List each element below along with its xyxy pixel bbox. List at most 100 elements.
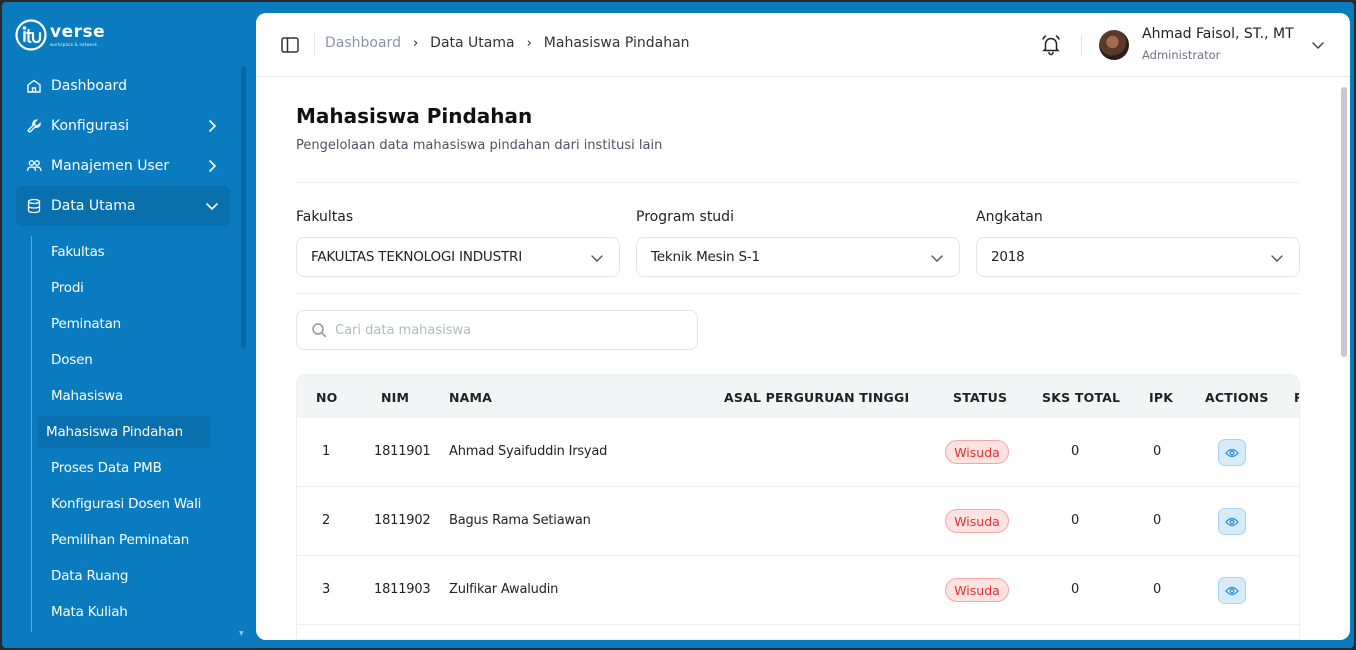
chevron-right-icon: › bbox=[412, 35, 419, 51]
breadcrumb-data-utama[interactable]: Data Utama bbox=[430, 35, 514, 51]
col-header-ipk[interactable]: IPK bbox=[1149, 390, 1173, 405]
search-input[interactable] bbox=[335, 322, 675, 338]
users-icon bbox=[26, 158, 42, 174]
submenu-item-peminatan[interactable]: Peminatan bbox=[38, 308, 216, 340]
brand-name: verse bbox=[50, 21, 106, 42]
breadcrumb-current: Mahasiswa Pindahan bbox=[543, 35, 690, 51]
submenu-item-prodi[interactable]: Prodi bbox=[38, 272, 216, 304]
cell-nama: Zulfikar Awaludin bbox=[449, 582, 559, 597]
submenu-item-mahasiswa-pindahan[interactable]: Mahasiswa Pindahan bbox=[38, 416, 210, 448]
prodi-select[interactable]: Teknik Mesin S-1 bbox=[636, 237, 960, 277]
cell-nim: 1811901 bbox=[374, 444, 431, 459]
search-box[interactable] bbox=[296, 310, 698, 350]
submenu-item-dosen[interactable]: Dosen bbox=[38, 344, 216, 376]
angkatan-value: 2018 bbox=[991, 249, 1025, 265]
sidebar-submenu: Fakultas Prodi Peminatan Dosen Mahasiswa… bbox=[31, 236, 216, 632]
submenu-item-mata-kuliah[interactable]: Mata Kuliah bbox=[38, 596, 216, 628]
status-badge: Wisuda bbox=[945, 578, 1009, 602]
eye-icon bbox=[1225, 586, 1239, 595]
fakultas-select[interactable]: FAKULTAS TEKNOLOGI INDUSTRI bbox=[296, 237, 620, 277]
cell-nama: Ahmad Syaifuddin Irsyad bbox=[449, 444, 608, 459]
cell-no: 2 bbox=[322, 513, 331, 528]
sidebar-item-konfigurasi[interactable]: Konfigurasi bbox=[16, 106, 230, 146]
home-icon bbox=[26, 78, 42, 94]
main-scrollbar[interactable] bbox=[1341, 87, 1347, 357]
view-button[interactable] bbox=[1218, 508, 1246, 535]
sidebar-item-manajemen-user[interactable]: Manajemen User bbox=[16, 146, 230, 186]
eye-icon bbox=[1225, 517, 1239, 526]
app-window: verse workspace & network Dashboard Konf… bbox=[0, 0, 1356, 650]
cell-ipk: 0 bbox=[1153, 444, 1162, 459]
scroll-down-arrow-icon[interactable]: ▼ bbox=[239, 630, 244, 637]
sidebar: verse workspace & network Dashboard Konf… bbox=[2, 2, 254, 648]
cell-sks: 0 bbox=[1071, 513, 1080, 528]
submenu-item-mahasiswa[interactable]: Mahasiswa bbox=[38, 380, 216, 412]
table-row: 1 1811901 Ahmad Syaifuddin Irsyad Wisuda… bbox=[297, 418, 1299, 487]
sidebar-item-label: Data Utama bbox=[51, 198, 136, 214]
cell-ipk: 0 bbox=[1153, 582, 1162, 597]
divider bbox=[314, 33, 315, 55]
database-icon bbox=[26, 198, 42, 214]
view-button[interactable] bbox=[1218, 577, 1246, 604]
submenu-item-pemilihan-peminatan[interactable]: Pemilihan Peminatan bbox=[38, 524, 216, 556]
prodi-value: Teknik Mesin S-1 bbox=[651, 249, 760, 265]
sidebar-item-label: Dashboard bbox=[51, 78, 127, 94]
bell-icon[interactable] bbox=[1040, 34, 1062, 56]
page-title: Mahasiswa Pindahan bbox=[296, 104, 533, 128]
cell-nim: 1811903 bbox=[374, 582, 431, 597]
angkatan-label: Angkatan bbox=[976, 209, 1043, 225]
chevron-down-icon bbox=[591, 255, 603, 262]
topbar: Dashboard › Data Utama › Mahasiswa Pinda… bbox=[256, 13, 1350, 77]
sidebar-item-data-utama[interactable]: Data Utama bbox=[16, 186, 230, 226]
table-row: 2 1811902 Bagus Rama Setiawan Wisuda 0 0 bbox=[297, 487, 1299, 556]
breadcrumb: Dashboard › Data Utama › Mahasiswa Pinda… bbox=[325, 35, 690, 51]
prodi-label: Program studi bbox=[636, 209, 734, 225]
sidebar-item-label: Manajemen User bbox=[51, 158, 170, 174]
submenu-item-proses-data-pmb[interactable]: Proses Data PMB bbox=[38, 452, 216, 484]
wrench-icon bbox=[26, 118, 42, 134]
chevron-down-icon[interactable] bbox=[1310, 37, 1326, 53]
chevron-down-icon bbox=[206, 203, 218, 211]
cell-sks: 0 bbox=[1071, 444, 1080, 459]
cell-no: 1 bbox=[322, 444, 331, 459]
chevron-down-icon bbox=[1271, 255, 1283, 262]
eye-icon bbox=[1225, 448, 1239, 457]
breadcrumb-dashboard[interactable]: Dashboard bbox=[325, 35, 401, 51]
angkatan-select[interactable]: 2018 bbox=[976, 237, 1300, 277]
divider bbox=[1081, 35, 1082, 55]
col-header-nama[interactable]: NAMA bbox=[449, 390, 492, 405]
user-role: Administrator bbox=[1142, 48, 1221, 62]
chevron-right-icon bbox=[209, 120, 217, 132]
avatar[interactable] bbox=[1099, 30, 1129, 60]
submenu-item-fakultas[interactable]: Fakultas bbox=[38, 236, 216, 268]
page-subtitle: Pengelolaan data mahasiswa pindahan dari… bbox=[296, 138, 663, 153]
view-button[interactable] bbox=[1218, 439, 1246, 466]
fakultas-label: Fakultas bbox=[296, 209, 354, 225]
cell-sks: 0 bbox=[1071, 582, 1080, 597]
chevron-down-icon bbox=[931, 255, 943, 262]
col-header-truncated[interactable]: R bbox=[1294, 390, 1299, 405]
submenu-item-data-ruang[interactable]: Data Ruang bbox=[38, 560, 216, 592]
search-icon bbox=[312, 323, 327, 338]
sidebar-scrollbar[interactable] bbox=[241, 66, 246, 348]
col-header-nim[interactable]: NIM bbox=[381, 390, 409, 405]
col-header-sks[interactable]: SKS TOTAL bbox=[1042, 390, 1120, 405]
chevron-right-icon bbox=[209, 160, 217, 172]
cell-no: 3 bbox=[322, 582, 331, 597]
logo-icon bbox=[15, 19, 47, 51]
col-header-status[interactable]: STATUS bbox=[953, 390, 1007, 405]
brand-logo[interactable]: verse workspace & network bbox=[14, 18, 105, 52]
sidebar-item-dashboard[interactable]: Dashboard bbox=[16, 66, 230, 106]
col-header-actions[interactable]: ACTIONS bbox=[1205, 390, 1269, 405]
sidebar-toggle-icon[interactable] bbox=[280, 35, 300, 55]
status-badge: Wisuda bbox=[945, 440, 1009, 464]
col-header-no[interactable]: NO bbox=[316, 390, 338, 405]
submenu-item-konfigurasi-dosen-wali[interactable]: Konfigurasi Dosen Wali bbox=[38, 488, 216, 520]
brand-tagline: workspace & network bbox=[50, 41, 98, 47]
table-header: NO NIM NAMA ASAL PERGURUAN TINGGI STATUS… bbox=[297, 375, 1299, 418]
cell-nama: Bagus Rama Setiawan bbox=[449, 513, 591, 528]
divider bbox=[296, 182, 1300, 183]
col-header-asal[interactable]: ASAL PERGURUAN TINGGI bbox=[724, 390, 909, 405]
divider bbox=[296, 293, 1300, 294]
user-name: Ahmad Faisol, ST., MT bbox=[1142, 26, 1294, 42]
